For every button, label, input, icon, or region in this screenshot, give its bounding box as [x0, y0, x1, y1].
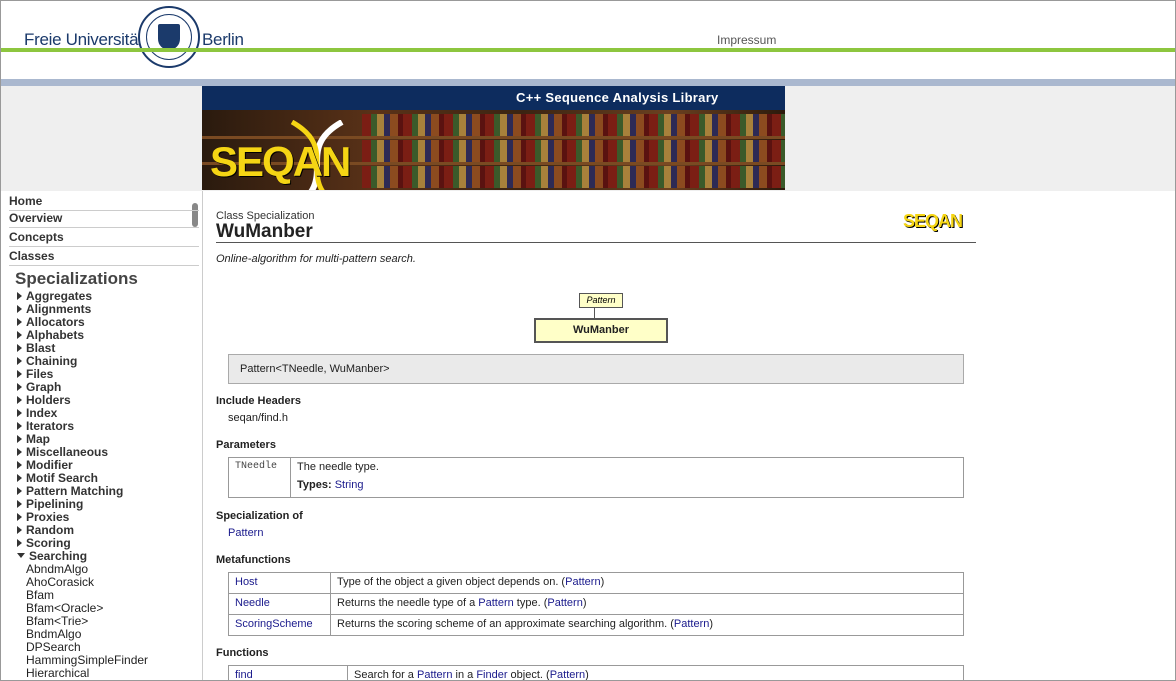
include-file: seqan/find.h: [228, 412, 288, 424]
expand-triangle-icon: [17, 331, 22, 339]
class-description: Online-algorithm for multi-pattern searc…: [216, 253, 416, 265]
nav-concepts[interactable]: Concepts: [9, 230, 199, 247]
metafunction-host-link[interactable]: Host: [235, 576, 258, 588]
type-link-string[interactable]: String: [335, 479, 364, 491]
sidebar: Home Overview Concepts Classes Specializ…: [1, 191, 202, 680]
specializations-heading: Specializations: [15, 269, 138, 288]
pattern-link[interactable]: Pattern: [478, 597, 513, 609]
university-name-right: Berlin: [202, 30, 244, 49]
expand-triangle-icon: [17, 370, 22, 378]
expand-triangle-icon: [17, 448, 22, 456]
pattern-link[interactable]: Pattern: [417, 669, 452, 680]
expand-triangle-icon: [17, 500, 22, 508]
seqan-mini-logo[interactable]: SEQAN: [903, 211, 963, 232]
collapse-triangle-icon: [17, 553, 25, 558]
university-seal-icon[interactable]: [138, 6, 200, 68]
expand-triangle-icon: [17, 422, 22, 430]
banner-title: C++ Sequence Analysis Library: [202, 86, 785, 110]
expand-triangle-icon: [17, 474, 22, 482]
parameters-heading: Parameters: [216, 439, 276, 451]
param-name: TNeedle: [228, 457, 291, 498]
table-row: ScoringScheme Returns the scoring scheme…: [228, 614, 964, 636]
class-signature: Pattern<TNeedle, WuManber>: [228, 354, 964, 384]
nav-classes[interactable]: Classes: [9, 249, 199, 266]
expand-triangle-icon: [17, 383, 22, 391]
expand-triangle-icon: [17, 357, 22, 365]
table-row: TNeedle The needle type. Types: String: [228, 457, 964, 498]
types-label: Types:: [297, 479, 332, 491]
param-types: Types: String: [297, 479, 957, 491]
expand-triangle-icon: [17, 396, 22, 404]
expand-triangle-icon: [17, 292, 22, 300]
browser-viewport: Freie Universität Berlin Impressum C++ S…: [0, 0, 1176, 681]
expand-triangle-icon: [17, 487, 22, 495]
parameters-table: TNeedle The needle type. Types: String: [228, 457, 964, 498]
header-green-rule: [1, 48, 1175, 52]
param-description: The needle type.: [297, 461, 379, 473]
expand-triangle-icon: [17, 526, 22, 534]
university-header: Freie Universität Berlin Impressum: [1, 1, 1175, 79]
nav-home[interactable]: Home: [9, 194, 199, 211]
diagram-current-box: WuManber: [534, 318, 668, 343]
function-find-link[interactable]: find: [235, 669, 253, 680]
title-divider: [216, 242, 976, 243]
books-row: [362, 114, 785, 136]
finder-link[interactable]: Finder: [476, 669, 507, 680]
expand-triangle-icon: [17, 318, 22, 326]
pattern-link[interactable]: Pattern: [550, 669, 585, 680]
metafunctions-heading: Metafunctions: [216, 554, 291, 566]
pattern-link[interactable]: Pattern: [547, 597, 582, 609]
pattern-link[interactable]: Pattern: [674, 618, 709, 630]
main-content: Class Specialization WuManber SEQAN Onli…: [202, 191, 1175, 680]
table-row: Host Type of the object a given object d…: [228, 572, 964, 594]
library-shelves-image: SEQAN: [202, 110, 785, 190]
include-headers-heading: Include Headers: [216, 395, 301, 407]
expand-triangle-icon: [17, 539, 22, 547]
expand-triangle-icon: [17, 409, 22, 417]
functions-heading: Functions: [216, 647, 269, 659]
functions-table: find Search for a Pattern in a Finder ob…: [228, 665, 964, 680]
expand-triangle-icon: [17, 461, 22, 469]
pattern-link[interactable]: Pattern: [565, 576, 600, 588]
expand-triangle-icon: [17, 344, 22, 352]
specialization-of-heading: Specialization of: [216, 510, 303, 522]
metafunction-needle-link[interactable]: Needle: [235, 597, 270, 609]
diagram-parent-box[interactable]: Pattern: [579, 293, 623, 308]
books-row: [362, 166, 785, 188]
expand-triangle-icon: [17, 513, 22, 521]
impressum-link[interactable]: Impressum: [717, 33, 776, 47]
table-row: Needle Returns the needle type of a Patt…: [228, 593, 964, 615]
page-title: WuManber: [216, 221, 313, 242]
metafunctions-table: Host Type of the object a given object d…: [228, 572, 964, 636]
seqan-banner: C++ Sequence Analysis Library SEQAN: [202, 86, 785, 190]
expand-triangle-icon: [17, 305, 22, 313]
seqan-logo[interactable]: SEQAN: [210, 138, 351, 186]
expand-triangle-icon: [17, 435, 22, 443]
table-row: find Search for a Pattern in a Finder ob…: [228, 665, 964, 680]
books-row: [362, 140, 785, 162]
university-name-left: Freie Universität: [24, 30, 143, 49]
specialization-of-link[interactable]: Pattern: [228, 527, 263, 539]
header-blue-rule: [1, 79, 1175, 86]
sidebar-item-hierarchical[interactable]: Hierarchical: [26, 667, 89, 680]
param-desc-cell: The needle type. Types: String: [290, 457, 964, 498]
nav-overview[interactable]: Overview: [9, 211, 199, 228]
metafunction-scoringscheme-link[interactable]: ScoringScheme: [235, 618, 313, 630]
diagram-connector: [594, 308, 595, 318]
